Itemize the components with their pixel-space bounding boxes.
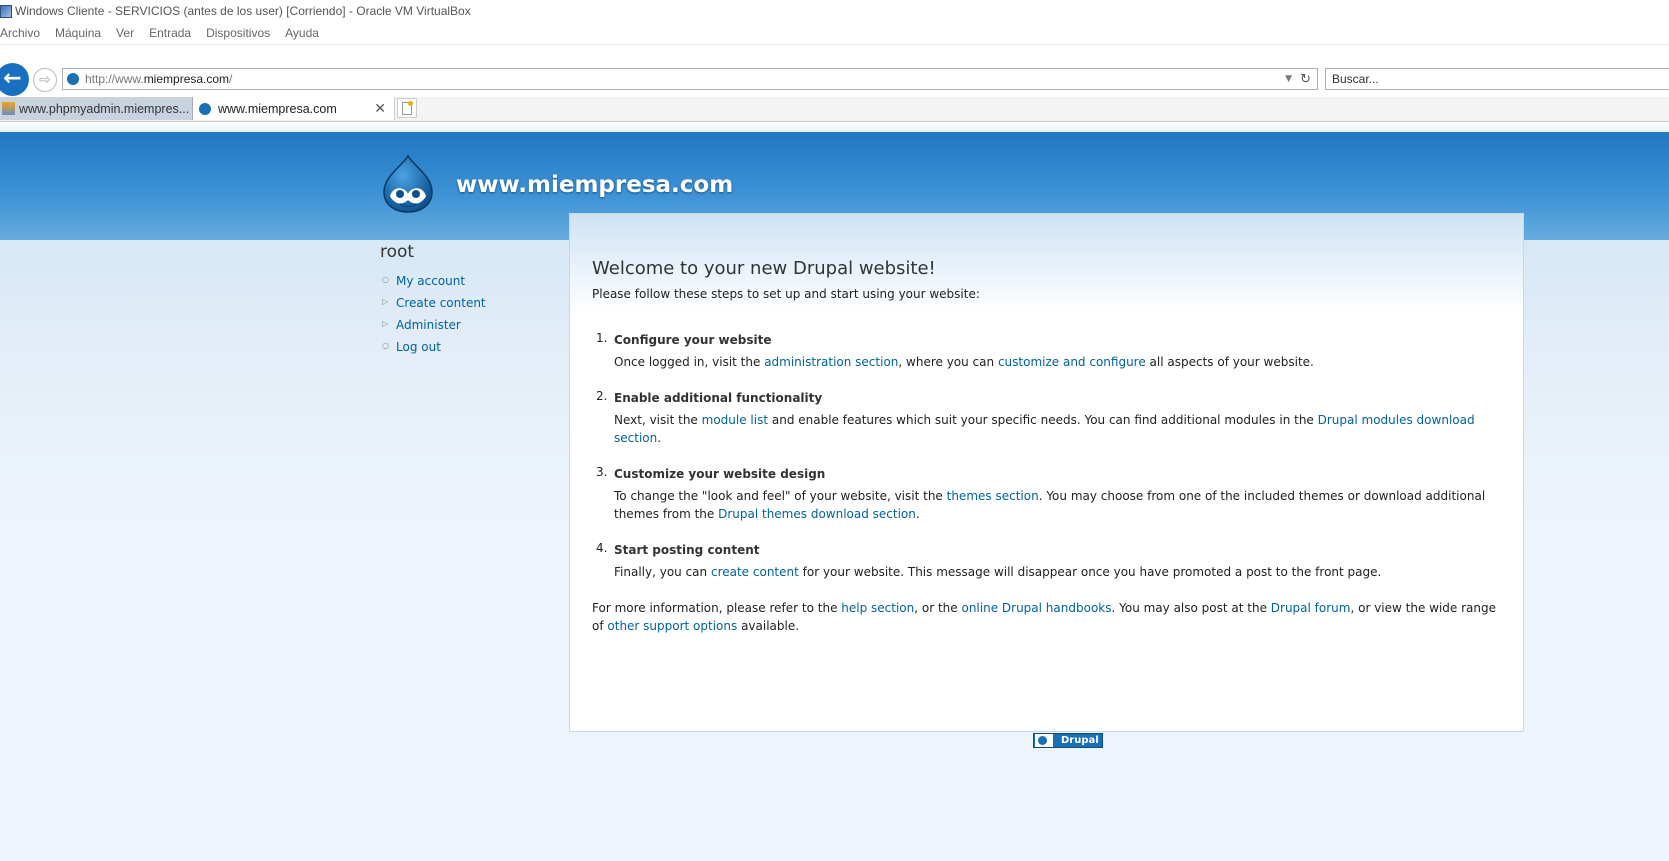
drupal-badge-icon (1035, 734, 1053, 747)
window-titlebar: Windows Cliente - SERVICIOS (antes de lo… (0, 0, 1669, 22)
my-account-link[interactable]: My account (396, 274, 465, 288)
administer-link[interactable]: Administer (396, 318, 461, 332)
step-text: Finally, you can create content for your… (614, 565, 1382, 579)
virtualbox-menubar: Archivo Máquina Ver Entrada Dispositivos… (0, 22, 1669, 45)
step-text: Next, visit the module list and enable f… (614, 413, 1475, 445)
window-title: Windows Cliente - SERVICIOS (antes de lo… (15, 4, 471, 18)
drupal-favicon-icon (199, 102, 211, 115)
tab-miempresa[interactable]: www.miempresa.com ✕ (193, 97, 395, 120)
step-number: 2. (596, 389, 608, 403)
intro-text: Please follow these steps to set up and … (592, 287, 980, 301)
close-tab-icon[interactable]: ✕ (374, 100, 386, 117)
step-posting: 4. Start posting content Finally, you ca… (592, 541, 1502, 581)
powered-by-drupal-badge[interactable]: Drupal (1033, 733, 1103, 748)
refresh-icon[interactable]: ↻ (1300, 72, 1311, 87)
new-tab-button[interactable] (397, 98, 417, 118)
web-page: www.miempresa.com root ○ My account ▷ Crea… (0, 122, 1669, 861)
drupal-logo-icon (383, 154, 433, 213)
menu-dispositivos[interactable]: Dispositivos (206, 26, 270, 40)
step-number: 1. (596, 331, 608, 345)
log-out-link[interactable]: Log out (396, 340, 441, 354)
step-functionality: 2. Enable additional functionality Next,… (592, 389, 1502, 447)
user-sidebar: root ○ My account ▷ Create content ▷ Admini… (380, 242, 560, 358)
drupal-forum-link[interactable]: Drupal forum (1271, 601, 1351, 615)
sidebar-item-create-content: ▷ Create content (380, 292, 560, 314)
tab-strip: www.phpmyadmin.miempres... www.miempresa… (0, 97, 1669, 122)
page-title: Welcome to your new Drupal website! (592, 258, 936, 279)
search-placeholder: Buscar... (1332, 72, 1379, 86)
step-title: Customize your website design (614, 467, 826, 481)
circle-bullet-icon: ○ (382, 341, 389, 350)
step-title: Start posting content (614, 543, 760, 557)
badge-label: Drupal (1061, 735, 1099, 746)
drupal-favicon-icon (67, 73, 79, 85)
virtualbox-icon (0, 4, 12, 18)
site-name[interactable]: www.miempresa.com (456, 172, 733, 198)
menu-ayuda[interactable]: Ayuda (285, 26, 319, 40)
create-content-link[interactable]: Create content (396, 296, 486, 310)
help-section-link[interactable]: help section (841, 601, 914, 615)
content-inner: Welcome to your new Drupal website! Plea… (592, 258, 1502, 748)
sidebar-username: root (380, 242, 415, 262)
triangle-bullet-icon: ▷ (382, 297, 389, 306)
themes-section-link[interactable]: themes section (947, 489, 1039, 503)
menu-entrada[interactable]: Entrada (149, 26, 191, 40)
circle-bullet-icon: ○ (382, 275, 389, 284)
customize-configure-link[interactable]: customize and configure (998, 355, 1146, 369)
step-number: 3. (596, 465, 608, 479)
search-box[interactable]: Buscar... (1325, 68, 1669, 90)
menu-maquina[interactable]: Máquina (55, 26, 101, 40)
step-text: Once logged in, visit the administration… (614, 355, 1314, 369)
forward-button[interactable]: ⇨ (33, 68, 57, 92)
step-title: Enable additional functionality (614, 391, 823, 405)
step-number: 4. (596, 541, 608, 555)
create-content-inline-link[interactable]: create content (711, 565, 799, 579)
more-info-text: For more information, please refer to th… (592, 601, 1497, 633)
menu-ver[interactable]: Ver (116, 26, 134, 40)
user-menu: ○ My account ▷ Create content ▷ Administer … (380, 270, 560, 358)
address-bar[interactable]: http://www.miempresa.com/ ▼ ↻ (62, 68, 1318, 90)
back-button[interactable]: ← (0, 63, 29, 96)
step-configure: 1. Configure your website Once logged in… (592, 331, 1502, 371)
phpmyadmin-favicon-icon (2, 102, 15, 115)
browser-toolbar: ← ⇨ http://www.miempresa.com/ ▼ ↻ Buscar… (0, 45, 1669, 101)
tab-phpmyadmin[interactable]: www.phpmyadmin.miempres... (0, 97, 193, 120)
address-url[interactable]: http://www.miempresa.com/ (85, 72, 1285, 86)
back-arrow-icon: ← (3, 66, 22, 91)
module-list-link[interactable]: module list (702, 413, 768, 427)
step-text: To change the "look and feel" of your we… (614, 489, 1486, 521)
steps-list: 1. Configure your website Once logged in… (592, 331, 1502, 581)
administration-section-link[interactable]: administration section (764, 355, 898, 369)
support-options-link[interactable]: other support options (607, 619, 737, 633)
sidebar-item-administer: ▷ Administer (380, 314, 560, 336)
handbooks-link[interactable]: online Drupal handbooks (961, 601, 1111, 615)
forward-arrow-icon: ⇨ (39, 72, 51, 88)
themes-download-link[interactable]: Drupal themes download section (718, 507, 916, 521)
main-content: Welcome to your new Drupal website! Plea… (569, 213, 1524, 748)
triangle-bullet-icon: ▷ (382, 319, 389, 328)
sidebar-item-log-out: ○ Log out (380, 336, 560, 358)
menu-archivo[interactable]: Archivo (0, 26, 40, 40)
sidebar-item-my-account: ○ My account (380, 270, 560, 292)
address-dropdown-icon[interactable]: ▼ (1285, 74, 1292, 84)
step-title: Configure your website (614, 333, 772, 347)
step-design: 3. Customize your website design To chan… (592, 465, 1502, 523)
